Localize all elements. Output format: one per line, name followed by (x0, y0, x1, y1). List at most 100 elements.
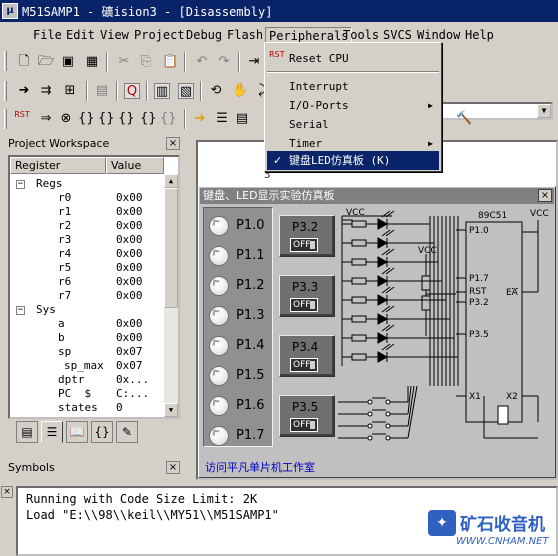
step-into-icon[interactable]: {} (78, 111, 95, 127)
output-window-icon[interactable]: ▧ (178, 83, 194, 99)
regs-tab-icon[interactable]: ☰ (41, 421, 63, 443)
watch-icon[interactable]: ▤ (234, 111, 250, 127)
run-cursor-2-icon[interactable]: {} (160, 111, 177, 127)
show-next-icon[interactable]: ➔ (192, 111, 208, 127)
run-to-cursor-icon[interactable]: {} (140, 111, 157, 127)
collapse-icon[interactable]: − (16, 180, 25, 189)
indent-icon[interactable]: ⇥ (246, 54, 262, 70)
tree-group-label[interactable]: Sys (36, 303, 56, 317)
register-value[interactable]: 0x00 (116, 191, 143, 205)
switch-state[interactable]: OFF (290, 358, 318, 372)
books-tab-icon[interactable]: 📖 (66, 421, 88, 443)
register-name[interactable]: states (58, 401, 98, 415)
reset-icon[interactable]: RST (14, 111, 30, 127)
menu-file[interactable]: File (30, 27, 65, 45)
templates-tab-icon[interactable]: ✎ (116, 421, 138, 443)
column-value[interactable]: Value (106, 157, 164, 174)
switch-button[interactable]: P3.2 OFF (279, 215, 335, 257)
register-name[interactable]: sp_max (64, 359, 104, 373)
register-value[interactable]: 0x... (116, 373, 149, 387)
save-icon[interactable]: ▣ (60, 54, 76, 70)
run-icon[interactable]: ⇒ (38, 111, 54, 127)
save-all-icon[interactable]: ▦ (84, 54, 100, 70)
simulator-close-icon[interactable]: × (538, 189, 552, 202)
menu-kbd-led-sim[interactable]: 键盘LED仿真板 (K) ✓ (267, 151, 439, 170)
undo-icon[interactable]: ↶ (194, 54, 210, 70)
paste-icon[interactable]: 📋 (162, 54, 178, 70)
disassembly-icon[interactable]: ☰ (214, 111, 230, 127)
register-name[interactable]: PC $ (58, 387, 91, 401)
register-value[interactable]: 0x07 (116, 359, 143, 373)
menu-reset-cpu[interactable]: Reset CPU RST (267, 49, 439, 68)
register-value[interactable]: 0x00 (116, 289, 143, 303)
close-icon[interactable]: × (166, 137, 180, 150)
functions-tab-icon[interactable]: {} (91, 421, 113, 443)
target-icon[interactable]: ⊞ (62, 83, 78, 99)
register-value[interactable]: 0x00 (116, 317, 143, 331)
menu-edit[interactable]: Edit (63, 27, 98, 45)
menu-project[interactable]: Project (131, 27, 188, 45)
step-over-2-icon[interactable]: {} (98, 111, 115, 127)
register-value[interactable]: 0x00 (116, 219, 143, 233)
simulator-footer-link[interactable]: 访问平凡单片机工作室 (205, 459, 315, 475)
column-register[interactable]: Register (10, 157, 106, 174)
switch-button[interactable]: P3.3 OFF (279, 275, 335, 317)
hand-icon[interactable]: ✋ (232, 83, 248, 99)
debug-session-icon[interactable]: Q (124, 83, 140, 99)
register-name[interactable]: r6 (58, 275, 71, 289)
menu-view[interactable]: View (97, 27, 132, 45)
output-close-icon[interactable]: × (1, 486, 13, 498)
halt-icon[interactable]: ⊗ (58, 111, 74, 127)
register-name[interactable]: dptr (58, 373, 85, 387)
register-name[interactable]: r3 (58, 233, 71, 247)
stop-build-icon[interactable]: ▤ (94, 83, 110, 99)
register-name[interactable]: r7 (58, 289, 71, 303)
switch-button[interactable]: P3.5 OFF (279, 395, 335, 437)
menu-help[interactable]: Help (462, 27, 497, 45)
scroll-down-icon[interactable]: ▼ (164, 403, 178, 417)
arrow-right-icon[interactable]: ➜ (16, 83, 32, 99)
scroll-thumb[interactable] (164, 188, 178, 308)
symbols-close-icon[interactable]: × (166, 461, 180, 474)
cut-icon[interactable]: ✂ (116, 54, 132, 70)
register-value[interactable]: C:... (116, 387, 149, 401)
register-value[interactable]: 0x00 (116, 233, 143, 247)
scroll-up-icon[interactable]: ▲ (164, 174, 178, 188)
register-name[interactable]: r5 (58, 261, 71, 275)
window-icon[interactable]: ▥ (154, 83, 170, 99)
open-folder-icon[interactable]: 🗁 (38, 54, 54, 70)
register-name[interactable]: r2 (58, 219, 71, 233)
register-value[interactable]: 0x00 (116, 331, 143, 345)
register-value[interactable]: 0 (116, 401, 123, 415)
register-name[interactable]: b (58, 331, 65, 345)
menu-interrupt[interactable]: Interrupt (267, 77, 439, 96)
tree-group-label[interactable]: Regs (36, 177, 63, 191)
register-name[interactable]: a (58, 317, 65, 331)
menu-flash[interactable]: Flash (224, 27, 266, 45)
register-name[interactable]: r1 (58, 205, 71, 219)
register-value[interactable]: 0x07 (116, 345, 143, 359)
switch-state[interactable]: OFF (290, 238, 318, 252)
workspace-scrollbar[interactable]: ▲ ▼ (164, 174, 178, 417)
copy-icon[interactable]: ⎘ (138, 54, 154, 70)
collapse-icon[interactable]: − (16, 306, 25, 315)
switch-state[interactable]: OFF (290, 298, 318, 312)
register-value[interactable]: 0x00 (116, 205, 143, 219)
rebuild-icon[interactable]: ⇉ (38, 83, 54, 99)
menu-serial[interactable]: Serial (267, 115, 439, 134)
menu-debug[interactable]: Debug (183, 27, 225, 45)
register-name[interactable]: r0 (58, 191, 71, 205)
register-value[interactable]: 0x00 (116, 261, 143, 275)
step-out-icon[interactable]: {} (118, 111, 135, 127)
register-name[interactable]: r4 (58, 247, 71, 261)
step-icon[interactable]: ⟲ (208, 83, 224, 99)
switch-button[interactable]: P3.4 OFF (279, 335, 335, 377)
files-tab-icon[interactable]: ▤ (16, 421, 38, 443)
register-name[interactable]: sp (58, 345, 71, 359)
register-value[interactable]: 0x00 (116, 247, 143, 261)
register-value[interactable]: 0x00 (116, 275, 143, 289)
hammer-icon[interactable]: 🔨 (456, 111, 472, 127)
switch-state[interactable]: OFF (290, 418, 318, 432)
menu-io-ports[interactable]: I/O-Ports ▶ (267, 96, 439, 115)
redo-icon[interactable]: ↷ (216, 54, 232, 70)
